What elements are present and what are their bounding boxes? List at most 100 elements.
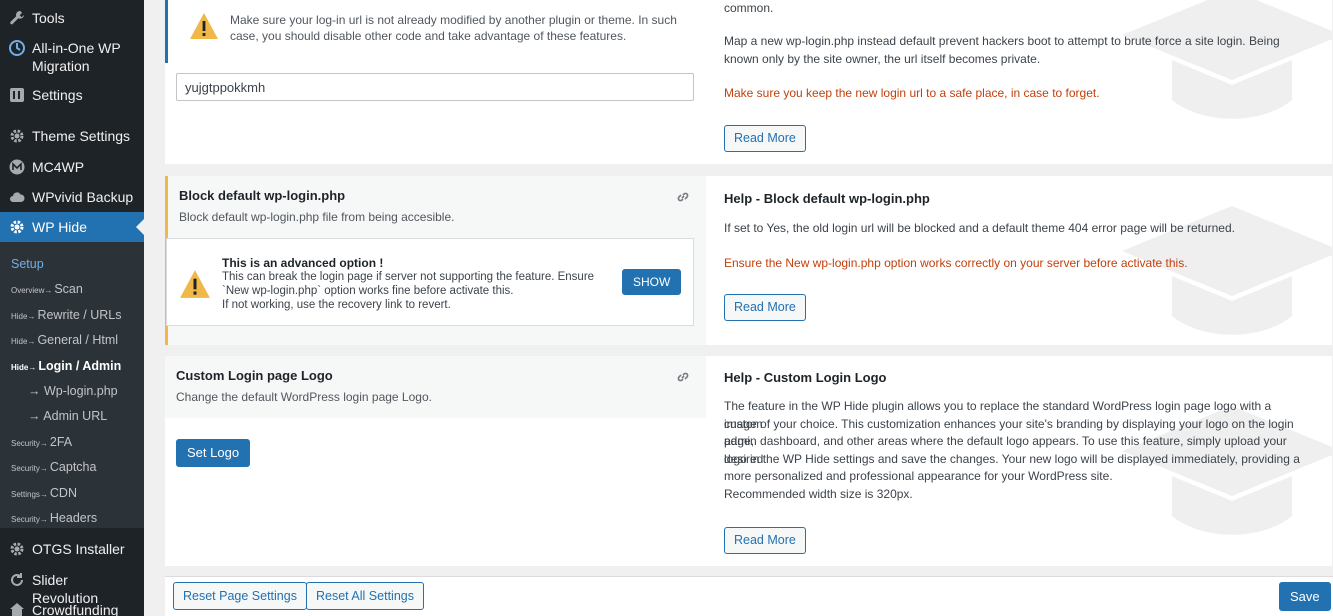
submenu-label: Scan [54,282,83,297]
custom-login-logo-option: Custom Login page Logo Change the defaul… [165,356,706,566]
menu-settings[interactable]: Settings [0,86,144,106]
menu-otgs-installer[interactable]: OTGS Installer [0,540,144,560]
submenu-label: Rewrite / URLs [37,307,122,322]
footer-actions-bar: Reset Page Settings Reset All Settings S… [165,576,1333,616]
submenu-label: General / Html [37,333,119,348]
submenu-prefix: Security→ [11,514,48,524]
menu-label: WPvivid Backup [32,189,134,205]
help-text-line: more personalized and professional appea… [724,469,1113,483]
menu-slider-revolution[interactable]: Slider Revolution [0,571,144,606]
submenu-label: CDN [49,485,77,500]
submenu-label: → Wp-login.php [28,383,118,398]
menu-label: MC4WP [32,159,85,175]
submenu-label: → Admin URL [28,409,108,424]
read-more-button[interactable]: Read More [724,527,806,554]
help-new-wp-login: common. Map a new wp-login.php instead d… [706,0,1332,164]
submenu-label: 2FA [49,434,73,449]
gear-icon [8,540,26,558]
menu-wpvivid-backup[interactable]: WPvivid Backup [0,188,144,208]
home-icon [8,601,26,616]
help-block-default-wp-login: Help - Block default wp-login.php If set… [706,176,1332,345]
submenu-prefix: Settings→ [11,489,48,499]
warning-icon [179,269,211,302]
menu-label: OTGS Installer [32,541,125,557]
graduation-cap-watermark [1122,0,1332,119]
reset-all-settings-button[interactable]: Reset All Settings [306,582,424,610]
admin-sidebar: Tools All-in-One WP Migration Settings T… [0,0,144,616]
option-accent-bar [165,0,168,63]
option-description: Change the default WordPress login page … [176,390,432,404]
help-title: Help - Custom Login Logo [724,370,887,385]
submenu-prefix: Security→ [11,464,48,474]
menu-crowdfunding[interactable]: Crowdfunding [0,601,144,616]
submenu-setup[interactable]: Setup [0,252,144,277]
reset-page-settings-button[interactable]: Reset Page Settings [173,582,307,610]
cloud-icon [8,188,26,206]
menu-label: Settings [32,87,83,103]
submenu-scan[interactable]: Overview→ Scan [0,277,144,302]
wp-hide-submenu: Setup Overview→ Scan Hide→ Rewrite / URLs … [0,242,144,528]
submenu-prefix: Hide→ [11,337,36,347]
menu-all-in-one-wp-migration[interactable]: All-in-One WP Migration [0,39,144,75]
menu-label: WP Hide [32,219,87,235]
submenu-general-html[interactable]: Hide→ General / Html [0,328,144,353]
submenu-wp-login-php[interactable]: → Wp-login.php [0,379,144,404]
menu-mc4wp[interactable]: MC4WP [0,158,144,178]
menu-label: Crowdfunding [32,602,119,616]
help-title: Help - Block default wp-login.php [724,191,930,206]
save-button[interactable]: Save [1279,582,1331,611]
menu-theme-settings[interactable]: Theme Settings [0,127,144,147]
menu-label: Theme Settings [32,128,131,144]
migration-icon [8,39,26,57]
submenu-headers[interactable]: Security→ Headers [0,506,144,531]
submenu-prefix: Hide→ [11,362,37,372]
block-default-wp-login-option: Block default wp-login.php Block default… [165,176,706,345]
read-more-button[interactable]: Read More [724,294,806,321]
menu-wp-hide[interactable]: WP Hide [0,212,144,242]
help-text-line: logo in the WP Hide settings and save th… [724,451,1300,466]
submenu-prefix: Security→ [11,438,48,448]
option-header-bg [165,356,706,418]
link-icon[interactable] [676,190,690,204]
help-text-common: common. [724,1,774,15]
option-description: Block default wp-login.php file from bei… [179,210,455,224]
warning-icon [189,12,219,43]
link-icon[interactable] [676,370,690,384]
gear-icon [8,127,26,145]
gear-icon [8,218,26,236]
set-logo-button[interactable]: Set Logo [176,439,251,467]
submenu-label: Captcha [49,460,97,475]
option-title: Block default wp-login.php [179,188,346,203]
submenu-captcha[interactable]: Security→ Captcha [0,455,144,480]
submenu-login-admin[interactable]: Hide→ Login / Admin [0,354,144,379]
read-more-button[interactable]: Read More [724,125,806,152]
submenu-cdn[interactable]: Settings→ CDN [0,481,144,506]
menu-label: Tools [32,10,65,26]
menu-tools[interactable]: Tools [0,9,144,29]
advanced-option-line: If not working, use the recovery link to… [222,299,451,311]
show-button[interactable]: SHOW [622,269,682,295]
help-text: Map a new wp-login.php instead default p… [724,34,1280,66]
submenu-admin-url[interactable]: → Admin URL [0,404,144,429]
login-url-warning: Make sure your log-in url is not already… [230,13,677,43]
submenu-prefix: Hide→ [11,311,36,321]
submenu-prefix: Overview→ [11,286,53,296]
wrench-icon [8,9,26,27]
submenu-2fa[interactable]: Security→ 2FA [0,430,144,455]
help-custom-login-logo: Help - Custom Login Logo The feature in … [706,356,1332,566]
option-title: Custom Login page Logo [176,368,333,383]
mc4wp-icon [8,158,26,176]
submenu-label: Headers [49,510,98,525]
advanced-option-box: This is an advanced option ! This can br… [166,238,694,326]
submenu-label: Setup [11,257,44,271]
submenu-label: Login / Admin [38,358,122,373]
new-login-url-input[interactable] [176,73,694,101]
refresh-icon [8,571,26,589]
help-warning: Ensure the New wp-login.php option works… [724,256,1188,270]
help-text: If set to Yes, the old login url will be… [724,221,1235,235]
settings-icon [8,86,26,104]
help-text-line: Recommended width size is 320px. [724,486,913,501]
help-warning: Make sure you keep the new login url to … [724,86,1100,100]
submenu-rewrite-urls[interactable]: Hide→ Rewrite / URLs [0,303,144,328]
new-wp-login-option: Make sure your log-in url is not already… [165,0,706,164]
